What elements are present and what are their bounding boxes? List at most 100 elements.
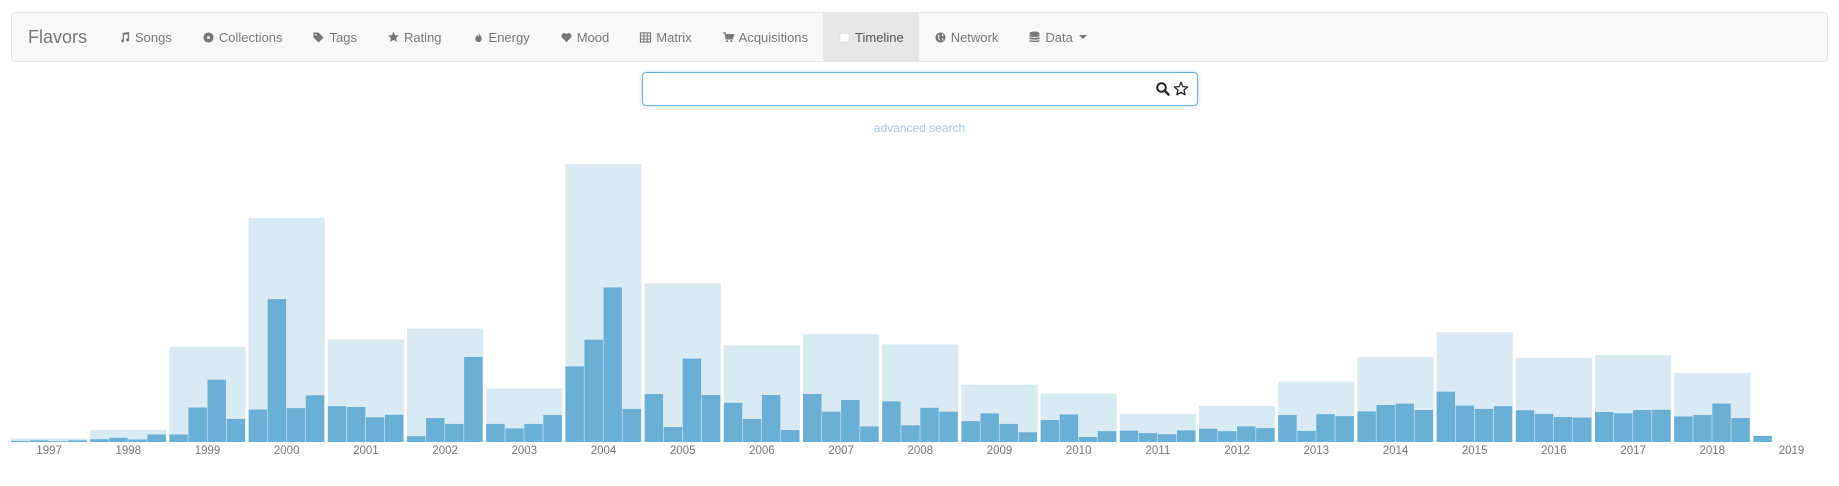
star-outline-icon[interactable] xyxy=(1173,81,1189,97)
quarter-bar-2009-q4[interactable] xyxy=(1018,432,1037,442)
quarter-bar-2015-q3[interactable] xyxy=(1474,408,1494,442)
quarter-bar-2007-q1[interactable] xyxy=(803,393,822,442)
quarter-bar-2001-q1[interactable] xyxy=(327,406,347,442)
quarter-bar-2008-q3[interactable] xyxy=(920,407,939,442)
quarter-bar-2014-q4[interactable] xyxy=(1414,410,1433,442)
search-icon[interactable] xyxy=(1155,81,1171,97)
quarter-bar-2006-q2[interactable] xyxy=(742,418,762,442)
nav-timeline[interactable]: Timeline xyxy=(823,13,919,61)
quarter-bar-2005-q1[interactable] xyxy=(644,393,664,442)
nav-data-dropdown[interactable]: Data xyxy=(1013,13,1101,61)
quarter-bar-1998-q3[interactable] xyxy=(128,439,147,442)
quarter-bar-2001-q2[interactable] xyxy=(346,406,366,442)
quarter-bar-2005-q2[interactable] xyxy=(663,426,683,442)
nav-collections[interactable]: Collections xyxy=(187,13,298,61)
quarter-bar-2010-q3[interactable] xyxy=(1078,436,1098,442)
quarter-bar-2011-q2[interactable] xyxy=(1138,433,1158,442)
quarter-bar-2000-q2[interactable] xyxy=(267,299,287,442)
quarter-bar-1997-q1[interactable] xyxy=(11,440,30,442)
nav-matrix[interactable]: Matrix xyxy=(624,13,706,61)
quarter-bar-2002-q2[interactable] xyxy=(426,418,445,442)
quarter-bar-1998-q1[interactable] xyxy=(90,439,109,442)
advanced-search-link[interactable]: advanced search xyxy=(0,121,1839,135)
quarter-bar-2011-q1[interactable] xyxy=(1119,430,1139,442)
quarter-bar-2002-q3[interactable] xyxy=(445,423,464,442)
nav-songs[interactable]: Songs xyxy=(103,13,187,61)
quarter-bar-2000-q4[interactable] xyxy=(305,395,325,442)
nav-mood[interactable]: Mood xyxy=(545,13,625,61)
quarter-bar-2014-q2[interactable] xyxy=(1376,405,1395,442)
quarter-bar-2004-q1[interactable] xyxy=(565,366,584,442)
quarter-bar-2004-q2[interactable] xyxy=(584,339,603,442)
nav-acquisitions[interactable]: Acquisitions xyxy=(707,13,823,61)
quarter-bar-2015-q2[interactable] xyxy=(1455,405,1475,442)
quarter-bar-2009-q2[interactable] xyxy=(980,413,999,442)
quarter-bar-2015-q1[interactable] xyxy=(1436,391,1456,442)
quarter-bar-2010-q4[interactable] xyxy=(1097,431,1117,442)
quarter-bar-2006-q1[interactable] xyxy=(723,402,743,442)
nav-rating[interactable]: Rating xyxy=(372,13,457,61)
quarter-bar-2017-q1[interactable] xyxy=(1595,411,1614,442)
quarter-bar-2013-q3[interactable] xyxy=(1316,414,1335,442)
quarter-bar-2018-q4[interactable] xyxy=(1731,418,1750,442)
quarter-bar-2007-q4[interactable] xyxy=(860,426,879,442)
quarter-bar-2002-q1[interactable] xyxy=(407,436,426,442)
quarter-bar-2019-q1[interactable] xyxy=(1753,435,1772,442)
quarter-bar-2018-q1[interactable] xyxy=(1674,416,1693,442)
quarter-bar-2015-q4[interactable] xyxy=(1493,406,1513,442)
quarter-bar-1999-q2[interactable] xyxy=(188,407,207,442)
quarter-bar-2013-q2[interactable] xyxy=(1297,430,1316,442)
quarter-bar-2000-q1[interactable] xyxy=(248,409,268,442)
quarter-bar-1999-q3[interactable] xyxy=(207,379,226,442)
quarter-bar-2016-q3[interactable] xyxy=(1553,416,1573,442)
quarter-bar-2009-q3[interactable] xyxy=(999,423,1018,442)
quarter-bar-2014-q1[interactable] xyxy=(1357,411,1376,442)
quarter-bar-2018-q2[interactable] xyxy=(1693,415,1712,442)
quarter-bar-2003-q3[interactable] xyxy=(524,423,543,442)
quarter-bar-2003-q2[interactable] xyxy=(505,428,524,442)
quarter-bar-2004-q3[interactable] xyxy=(603,287,622,442)
quarter-bar-1997-q3[interactable] xyxy=(49,441,68,442)
quarter-bar-2008-q2[interactable] xyxy=(901,425,920,442)
quarter-bar-1999-q4[interactable] xyxy=(226,418,245,442)
quarter-bar-2018-q3[interactable] xyxy=(1712,403,1731,442)
quarter-bar-1997-q4[interactable] xyxy=(68,440,87,442)
nav-network[interactable]: Network xyxy=(919,13,1014,61)
quarter-bar-2012-q3[interactable] xyxy=(1237,426,1256,442)
nav-tags[interactable]: Tags xyxy=(297,13,371,61)
quarter-bar-2001-q3[interactable] xyxy=(365,417,385,442)
quarter-bar-2008-q4[interactable] xyxy=(939,411,958,442)
quarter-bar-1997-q2[interactable] xyxy=(30,440,49,442)
quarter-bar-2002-q4[interactable] xyxy=(464,356,483,442)
quarter-bar-2012-q1[interactable] xyxy=(1199,428,1218,442)
quarter-bar-2012-q4[interactable] xyxy=(1256,428,1275,442)
quarter-bar-2005-q4[interactable] xyxy=(701,395,721,442)
quarter-bar-2009-q1[interactable] xyxy=(961,421,980,442)
quarter-bar-2007-q2[interactable] xyxy=(822,411,841,442)
quarter-bar-2011-q3[interactable] xyxy=(1157,434,1177,442)
quarter-bar-2014-q3[interactable] xyxy=(1395,403,1414,442)
quarter-bar-2007-q3[interactable] xyxy=(841,400,860,442)
quarter-bar-1998-q4[interactable] xyxy=(147,434,166,442)
quarter-bar-1999-q1[interactable] xyxy=(169,434,188,442)
quarter-bar-2010-q1[interactable] xyxy=(1040,420,1060,442)
quarter-bar-1998-q2[interactable] xyxy=(109,437,128,442)
quarter-bar-2016-q4[interactable] xyxy=(1572,417,1592,442)
quarter-bar-2010-q2[interactable] xyxy=(1059,414,1079,442)
quarter-bar-2004-q4[interactable] xyxy=(622,408,641,442)
quarter-bar-2016-q1[interactable] xyxy=(1515,410,1535,442)
quarter-bar-2017-q4[interactable] xyxy=(1652,409,1671,442)
quarter-bar-2008-q1[interactable] xyxy=(882,401,901,442)
quarter-bar-2000-q3[interactable] xyxy=(286,408,306,442)
quarter-bar-2011-q4[interactable] xyxy=(1176,430,1196,442)
quarter-bar-2003-q1[interactable] xyxy=(486,423,505,442)
quarter-bar-2017-q3[interactable] xyxy=(1633,410,1652,442)
quarter-bar-2017-q2[interactable] xyxy=(1614,413,1633,442)
nav-energy[interactable]: Energy xyxy=(457,13,545,61)
quarter-bar-2003-q4[interactable] xyxy=(543,415,562,442)
quarter-bar-2013-q1[interactable] xyxy=(1278,415,1297,442)
brand[interactable]: Flavors xyxy=(12,13,103,61)
quarter-bar-2005-q3[interactable] xyxy=(682,358,702,442)
quarter-bar-2006-q3[interactable] xyxy=(761,395,781,442)
quarter-bar-2001-q4[interactable] xyxy=(384,414,404,442)
